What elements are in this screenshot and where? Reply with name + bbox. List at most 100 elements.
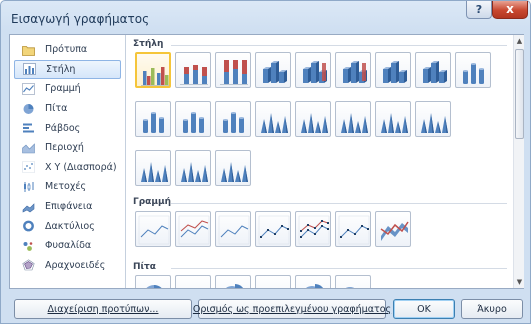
sidebar-item-line[interactable]: Γραμμή	[14, 79, 121, 99]
sidebar-item-label: Στήλη	[46, 63, 76, 75]
column-subtype-thumbnail[interactable]	[215, 52, 251, 88]
cancel-button[interactable]: Άκυρο	[461, 299, 523, 319]
vertical-scrollbar[interactable]: ▲ ▼	[513, 35, 524, 288]
section-heading-column: Στήλη	[133, 39, 164, 49]
chart-thumbnail-icon	[226, 284, 243, 288]
sidebar-item-scatter[interactable]: X Y (Διασπορά)	[14, 158, 121, 178]
column-subtype-thumbnail[interactable]	[175, 52, 211, 88]
pie-subtype-thumbnail[interactable]	[295, 275, 331, 288]
dialog-client-area: Πρότυπα Στήλη Γραμμή Πίτα Ράβδος Περιοχή…	[9, 34, 524, 289]
chart-thumbnail-icon	[298, 215, 330, 245]
line-subtype-thumbnail[interactable]	[295, 211, 331, 247]
scroll-up-arrow[interactable]: ▲	[514, 35, 525, 47]
sidebar-item-surface[interactable]: Επιφάνεια	[14, 197, 121, 217]
sidebar-item-label: Φυσαλίδα	[45, 240, 92, 252]
folder-icon	[22, 44, 35, 56]
chart-thumbnail-icon	[141, 67, 169, 86]
sidebar-item-templates[interactable]: Πρότυπα	[14, 40, 121, 60]
sidebar-item-doughnut[interactable]: Δακτύλιος	[14, 216, 121, 236]
column-subtype-thumbnail[interactable]	[375, 101, 411, 137]
column-subtype-thumbnail[interactable]	[135, 150, 171, 186]
chart-thumbnail-icon	[463, 63, 484, 84]
pie-subtype-thumbnail[interactable]	[255, 275, 291, 288]
line-subtype-thumbnail[interactable]	[175, 211, 211, 247]
column-subtype-thumbnail[interactable]	[215, 101, 251, 137]
column-subtype-thumbnail[interactable]	[415, 101, 451, 137]
chart-thumbnail-icon	[183, 112, 204, 133]
sidebar-item-label: Μετοχές	[45, 181, 87, 193]
section-divider	[171, 268, 507, 269]
line-chart-icon	[22, 83, 35, 95]
dialog-title: Εισαγωγή γραφήματος	[11, 12, 150, 26]
chart-thumbnail-icon	[221, 162, 248, 182]
column-subtype-thumbnail[interactable]	[175, 150, 211, 186]
sidebar-item-bar[interactable]: Ράβδος	[14, 118, 121, 138]
pie-subtype-thumbnail[interactable]	[175, 275, 211, 288]
chart-thumbnail-icon	[146, 285, 162, 288]
sidebar-item-label: Ράβδος	[45, 122, 81, 134]
chart-thumbnail-icon	[381, 113, 408, 133]
column-subtype-thumbnail[interactable]	[295, 52, 331, 88]
column-subtype-thumbnail[interactable]	[255, 101, 291, 137]
chart-thumbnail-icon	[220, 60, 248, 85]
sidebar-item-label: Πρότυπα	[45, 44, 88, 56]
sidebar-item-label: Επιφάνεια	[45, 201, 93, 213]
sidebar-item-label: Περιοχή	[45, 142, 84, 154]
chart-thumbnail-icon	[180, 65, 208, 85]
chart-thumbnail-icon	[218, 215, 250, 245]
column-subtype-thumbnail[interactable]	[135, 52, 171, 88]
chart-thumbnail-icon	[380, 221, 409, 241]
chart-thumbnail-icon	[301, 113, 328, 133]
bar-chart-icon	[22, 122, 35, 134]
chart-thumbnail-icon	[178, 215, 210, 245]
sidebar-item-pie[interactable]: Πίτα	[14, 99, 121, 119]
column-subtype-thumbnail[interactable]	[295, 101, 331, 137]
line-subtype-thumbnail[interactable]	[255, 211, 291, 247]
set-default-chart-button[interactable]: Ορισμός ως προεπιλεγμένου γραφήματος	[193, 299, 391, 319]
column-subtype-thumbnail[interactable]	[175, 101, 211, 137]
chart-thumbnail-icon	[223, 112, 244, 133]
column-subtype-thumbnail[interactable]	[415, 52, 451, 88]
chart-thumbnail-icon	[258, 215, 290, 245]
sidebar-item-area[interactable]: Περιοχή	[14, 138, 121, 158]
sidebar-item-label: Αραχνοειδές	[45, 259, 106, 271]
chart-thumbnail-icon	[341, 113, 368, 133]
column-subtype-thumbnail[interactable]	[215, 150, 251, 186]
pie-subtype-thumbnail[interactable]	[335, 275, 371, 288]
pie-subtype-thumbnail[interactable]	[135, 275, 171, 288]
close-button[interactable]: x	[492, 1, 528, 19]
help-button[interactable]: ?	[466, 1, 492, 19]
scrollbar-thumb[interactable]	[515, 49, 524, 139]
ok-button[interactable]: OK	[393, 299, 455, 319]
line-subtype-thumbnail[interactable]	[375, 211, 411, 247]
line-subtype-thumbnail[interactable]	[135, 211, 171, 247]
section-divider	[171, 45, 507, 46]
line-subtype-thumbnail[interactable]	[215, 211, 251, 247]
pie-subtype-thumbnail[interactable]	[215, 275, 251, 288]
chart-thumbnail-icon	[138, 215, 170, 245]
column-subtype-thumbnail[interactable]	[135, 101, 171, 137]
chart-thumbnail-icon	[383, 61, 407, 83]
chart-thumbnail-icon	[421, 113, 448, 133]
sidebar-item-column[interactable]: Στήλη	[14, 59, 121, 80]
insert-chart-dialog: Εισαγωγή γραφήματος ? x Πρότυπα Στήλη Γρ…	[0, 0, 531, 324]
chart-type-list: Πρότυπα Στήλη Γραμμή Πίτα Ράβδος Περιοχή…	[10, 35, 126, 288]
chart-thumbnail-icon	[178, 278, 210, 288]
column-subtype-thumbnail[interactable]	[335, 101, 371, 137]
column-subtype-thumbnail[interactable]	[255, 52, 291, 88]
scroll-down-arrow[interactable]: ▼	[514, 276, 525, 288]
column-subtype-thumbnail[interactable]	[455, 52, 491, 88]
column-subtype-thumbnail[interactable]	[335, 52, 371, 88]
surface-chart-icon	[22, 201, 35, 213]
sidebar-item-radar[interactable]: Αραχνοειδές	[14, 256, 121, 276]
sidebar-item-stock[interactable]: Μετοχές	[14, 177, 121, 197]
line-subtype-thumbnail[interactable]	[335, 211, 371, 247]
column-chart-icon	[23, 63, 36, 76]
sidebar-item-bubble[interactable]: Φυσαλίδα	[14, 236, 121, 256]
set-default-chart-label: Ορισμός ως προεπιλεγμένου γραφήματος	[192, 303, 392, 315]
chart-thumbnail-icon	[181, 162, 208, 182]
column-subtype-thumbnail[interactable]	[375, 52, 411, 88]
manage-templates-button[interactable]: Διαχείριση προτύπων...	[14, 299, 192, 319]
sidebar-item-label: Γραμμή	[45, 83, 81, 95]
chart-thumbnail-icon	[141, 162, 168, 182]
